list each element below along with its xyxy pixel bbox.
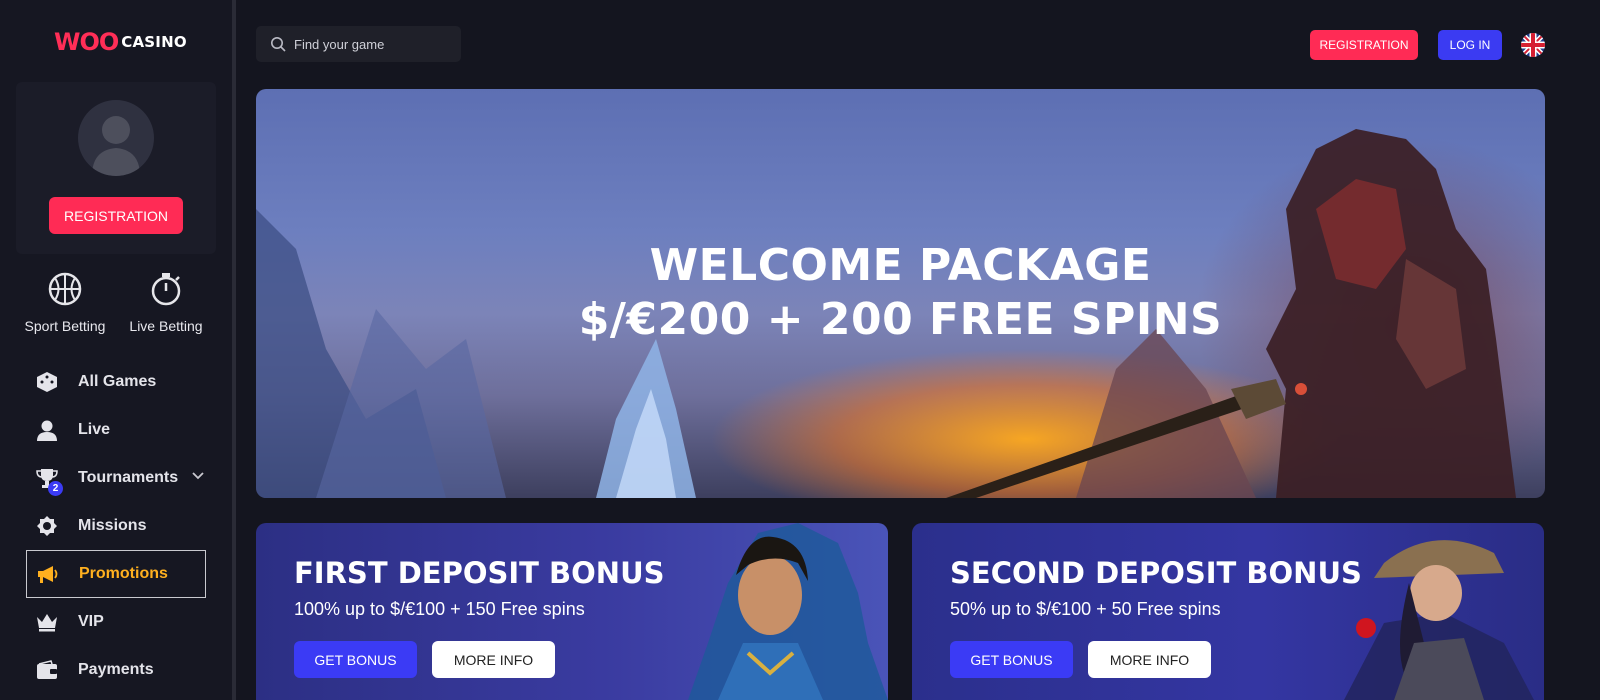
uk-flag-icon[interactable] [1521, 33, 1545, 57]
nav-item-payments[interactable]: Payments [26, 646, 206, 694]
dealer-icon [34, 417, 60, 443]
sidebar-registration-button[interactable]: REGISTRATION [49, 197, 183, 234]
banner-line-1: WELCOME PACKAGE [649, 240, 1152, 291]
search-input[interactable] [294, 36, 454, 52]
nav-label: VIP [78, 613, 104, 630]
tournaments-badge: 2 [48, 481, 63, 496]
nav-label: Promotions [79, 565, 168, 582]
nav-item-tournaments[interactable]: 2 Tournaments [26, 454, 206, 502]
explorer-character-art [1344, 540, 1534, 700]
live-betting-tile[interactable]: Live Betting [116, 272, 216, 342]
avatar [78, 100, 154, 176]
medal-icon [34, 513, 60, 539]
chevron-down-icon[interactable] [192, 472, 204, 480]
nav-item-all-games[interactable]: All Games [26, 358, 206, 406]
sidebar: WOO CASINO REGISTRATION Sport Betting Li… [0, 0, 232, 700]
sport-betting-label: Sport Betting [24, 318, 106, 334]
bonus-title: SECOND DEPOSIT BONUS [950, 556, 1362, 590]
header-registration-button[interactable]: REGISTRATION [1310, 30, 1418, 60]
live-betting-label: Live Betting [129, 318, 203, 334]
second-deposit-card: SECOND DEPOSIT BONUS 50% up to $/€100 + … [912, 523, 1544, 700]
sidebar-scrollbar[interactable] [232, 0, 236, 700]
dice-icon [34, 369, 60, 395]
trophy-icon: 2 [34, 465, 63, 496]
bonus-subtitle: 50% up to $/€100 + 50 Free spins [950, 599, 1221, 619]
more-info-button[interactable]: MORE INFO [432, 641, 555, 678]
megaphone-icon [35, 561, 61, 587]
hero-character-art [688, 523, 888, 700]
bonus-subtitle: 100% up to $/€100 + 150 Free spins [294, 599, 585, 619]
logo-woo-text: WOO [54, 28, 119, 56]
logo[interactable]: WOO CASINO [54, 28, 187, 56]
nav-item-vip[interactable]: VIP [26, 598, 206, 646]
banner-headline: WELCOME PACKAGE $/€200 + 200 FREE SPINS [256, 239, 1545, 347]
sport-betting-tile[interactable]: Sport Betting [15, 272, 115, 342]
nav-item-live[interactable]: Live [26, 406, 206, 454]
profile-card: REGISTRATION [16, 82, 216, 254]
stopwatch-icon [151, 273, 181, 306]
nav-label: Live [78, 421, 111, 438]
basketball-icon [48, 272, 82, 306]
main-nav: All Games Live 2 Tournaments Missions Pr… [26, 358, 206, 694]
banner-line-2: $/€200 + 200 FREE SPINS [578, 294, 1223, 345]
nav-label: All Games [78, 373, 157, 390]
search-icon [271, 37, 286, 52]
nav-label: Payments [78, 661, 154, 678]
welcome-banner[interactable]: WELCOME PACKAGE $/€200 + 200 FREE SPINS [256, 89, 1545, 498]
search-box[interactable] [256, 26, 461, 62]
more-info-button[interactable]: MORE INFO [1088, 641, 1211, 678]
nav-item-promotions[interactable]: Promotions [26, 550, 206, 598]
crown-icon [34, 609, 60, 635]
get-bonus-button[interactable]: GET BONUS [950, 641, 1073, 678]
first-deposit-card: FIRST DEPOSIT BONUS 100% up to $/€100 + … [256, 523, 888, 700]
user-silhouette-icon [92, 116, 140, 176]
nav-item-missions[interactable]: Missions [26, 502, 206, 550]
get-bonus-button[interactable]: GET BONUS [294, 641, 417, 678]
logo-casino-text: CASINO [121, 33, 187, 51]
login-button[interactable]: LOG IN [1438, 30, 1502, 60]
wallet-icon [34, 657, 60, 683]
bonus-title: FIRST DEPOSIT BONUS [294, 556, 665, 590]
nav-label: Missions [78, 517, 147, 534]
nav-label: Tournaments [78, 469, 179, 486]
